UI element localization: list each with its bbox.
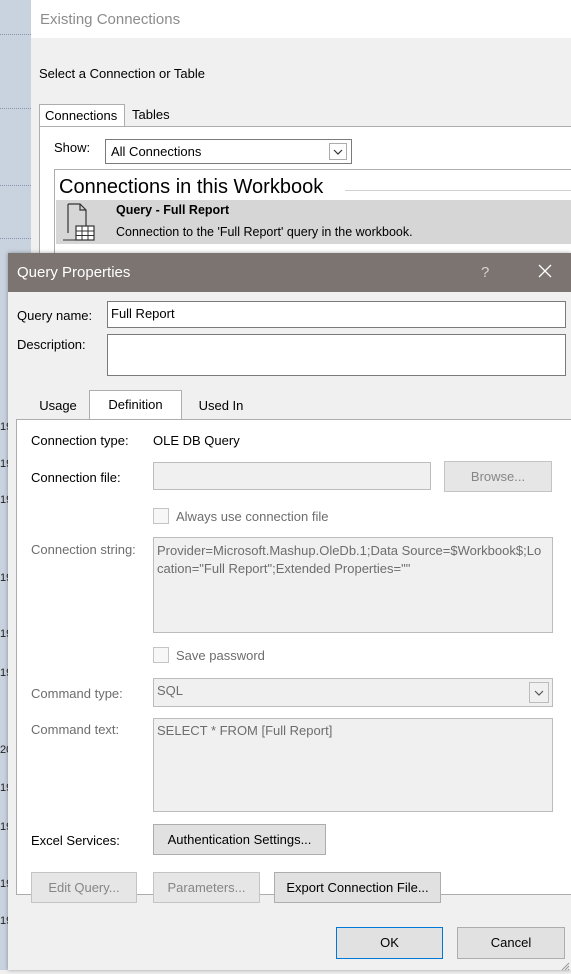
connection-type-value: OLE DB Query (153, 433, 240, 448)
show-dropdown[interactable]: All Connections (105, 139, 352, 164)
command-type-value: SQL (157, 683, 184, 698)
select-connection-label: Select a Connection or Table (39, 66, 205, 81)
excel-services-label: Excel Services: (31, 833, 120, 848)
command-text-input[interactable]: SELECT * FROM [Full Report] (153, 718, 553, 812)
show-dropdown-value: All Connections (111, 144, 202, 159)
close-icon[interactable] (535, 261, 555, 281)
description-value (108, 335, 565, 339)
row-divider (0, 238, 31, 239)
always-use-checkbox[interactable] (153, 508, 169, 524)
tab-label: Definition (108, 397, 163, 412)
authentication-settings-button[interactable]: Authentication Settings... (153, 824, 326, 855)
command-type-select[interactable]: SQL (153, 678, 553, 707)
export-connection-file-button[interactable]: Export Connection File... (274, 872, 441, 903)
tab-label: Connections (45, 108, 118, 123)
row-divider (0, 185, 31, 186)
dialog-title: Query Properties (17, 264, 131, 281)
show-label: Show: (54, 140, 91, 155)
chevron-down-icon[interactable] (529, 682, 549, 703)
command-text-value: SELECT * FROM [Full Report] (157, 723, 333, 738)
save-password-label: Save password (176, 648, 265, 663)
tab-label: Used In (198, 398, 244, 413)
save-password-checkbox[interactable] (153, 647, 169, 663)
dialog-title: Existing Connections (31, 0, 571, 38)
query-name-label: Query name: (17, 308, 93, 323)
ok-button[interactable]: OK (336, 927, 443, 959)
connection-name: Query - Full Report (116, 203, 230, 217)
connection-table-icon (62, 203, 96, 241)
chevron-down-icon[interactable] (329, 143, 347, 160)
edit-query-button[interactable]: Edit Query... (31, 872, 137, 903)
command-text-label: Command text: (31, 722, 120, 737)
command-type-label: Command type: (31, 686, 123, 701)
tab-label: Usage (39, 398, 77, 413)
list-item[interactable]: Query - Full Report Connection to the 'F… (56, 200, 571, 244)
browse-button[interactable]: Browse... (444, 461, 552, 492)
connection-type-label: Connection type: (31, 433, 129, 448)
description-input[interactable] (107, 334, 566, 376)
connection-string-input[interactable]: Provider=Microsoft.Mashup.OleDb.1;Data S… (153, 537, 553, 633)
connection-string-value: Provider=Microsoft.Mashup.OleDb.1;Data S… (157, 543, 542, 576)
tab-tables[interactable]: Tables (127, 104, 175, 127)
connections-panel: Show: All Connections Connections in thi… (39, 126, 571, 269)
tab-label: Tables (132, 107, 170, 122)
row-divider (0, 34, 31, 35)
dialog-titlebar: Query Properties ? (8, 253, 571, 292)
connection-file-value (154, 463, 430, 467)
connection-file-input[interactable] (153, 462, 431, 490)
query-name-value: Full Report (111, 306, 175, 321)
list-heading: Connections in this Workbook (59, 176, 324, 198)
connection-description: Connection to the 'Full Report' query in… (116, 225, 413, 239)
connection-file-label: Connection file: (31, 470, 121, 485)
row-divider (0, 108, 31, 109)
description-label: Description: (17, 337, 86, 352)
help-icon[interactable]: ? (481, 264, 489, 281)
connection-string-label: Connection string: (31, 542, 136, 557)
query-name-input[interactable]: Full Report (107, 301, 566, 328)
heading-divider (345, 190, 571, 191)
tab-used-in[interactable]: Used In (187, 392, 255, 420)
tab-connections[interactable]: Connections (39, 104, 125, 127)
cancel-button[interactable]: Cancel (457, 927, 565, 959)
parameters-button[interactable]: Parameters... (153, 872, 260, 903)
always-use-label: Always use connection file (176, 509, 329, 524)
query-properties-dialog: Query Properties ? Query name: Full Repo… (8, 253, 571, 971)
tab-usage[interactable]: Usage (30, 392, 86, 420)
tab-definition[interactable]: Definition (89, 390, 182, 420)
resize-grip-icon[interactable] (560, 959, 570, 971)
